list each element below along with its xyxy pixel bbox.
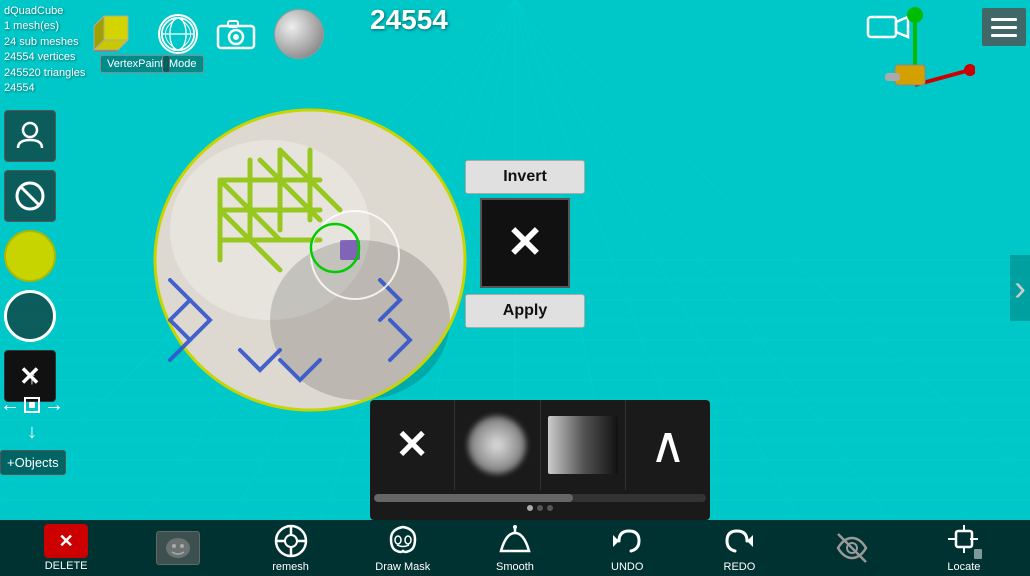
remesh-svg-icon bbox=[273, 523, 309, 559]
mesh-thumbnail[interactable] bbox=[90, 8, 142, 60]
redo-label: REDO bbox=[724, 561, 756, 573]
circle-outline-button[interactable] bbox=[4, 290, 56, 342]
sphere-preview bbox=[274, 9, 324, 59]
cloud-brush-option[interactable] bbox=[455, 400, 540, 490]
toolbar-redo[interactable]: REDO bbox=[709, 523, 769, 573]
move-right-button[interactable]: → bbox=[44, 394, 64, 417]
draw-mask-icon bbox=[385, 523, 421, 559]
mesh-count: 1 mesh(es) bbox=[4, 19, 85, 34]
remesh-icon bbox=[273, 523, 309, 559]
undo-svg-icon bbox=[609, 523, 645, 559]
locate-label: Locate bbox=[947, 561, 980, 573]
model-area[interactable] bbox=[140, 100, 480, 420]
locate-svg-icon bbox=[946, 523, 982, 559]
undo-icon bbox=[609, 523, 645, 559]
brush-dot-3 bbox=[547, 505, 553, 511]
invert-button[interactable]: Invert bbox=[465, 160, 585, 194]
toolbar-draw-mask[interactable]: Draw Mask bbox=[373, 523, 433, 573]
toolbar-delete[interactable]: ✕ DELETE bbox=[36, 524, 96, 572]
hamburger-line-3 bbox=[991, 34, 1017, 37]
brush-scrollbar[interactable] bbox=[374, 494, 706, 502]
mask-svg-icon bbox=[385, 523, 421, 559]
brush-dot-1 bbox=[527, 505, 533, 511]
invert-x-icon: ✕ bbox=[507, 221, 544, 265]
move-center[interactable] bbox=[24, 397, 40, 413]
object-thumbnail bbox=[156, 531, 200, 565]
chevron-brush-icon: ∧ bbox=[650, 420, 687, 470]
top-icon-row bbox=[90, 8, 324, 60]
chevron-brush-option[interactable]: ∧ bbox=[626, 400, 710, 490]
mode-button[interactable]: Mode bbox=[162, 55, 204, 73]
brush-scroll-thumb bbox=[374, 494, 573, 502]
vertex-paint-button[interactable]: VertexPaint bbox=[100, 55, 170, 73]
redo-icon bbox=[721, 523, 757, 559]
brush-panel: ✕ ∧ bbox=[370, 400, 710, 520]
x-brush-option[interactable]: ✕ bbox=[370, 400, 455, 490]
toolbar-object-thumb[interactable] bbox=[148, 531, 208, 565]
toolbar-undo[interactable]: UNDO bbox=[597, 523, 657, 573]
apply-button[interactable]: Apply bbox=[465, 294, 585, 328]
undo-label: UNDO bbox=[611, 561, 643, 573]
move-arrows: ↑ ← → ↓ bbox=[6, 370, 58, 440]
delete-label: DELETE bbox=[45, 560, 88, 572]
eye-svg-icon bbox=[834, 530, 870, 566]
draw-mask-label: Draw Mask bbox=[375, 561, 430, 573]
camera-icon bbox=[214, 16, 258, 52]
object-thumb-icon bbox=[163, 535, 193, 561]
left-sidebar: ✕ bbox=[4, 110, 56, 402]
mesh-id: 24554 bbox=[4, 81, 85, 96]
vertex-count-display: 24554 bbox=[370, 4, 448, 36]
triangles: 245520 triangles bbox=[4, 66, 85, 81]
x-brush-icon: ✕ bbox=[395, 422, 429, 468]
right-nav-arrow[interactable]: › bbox=[1010, 255, 1030, 321]
cube-icon bbox=[90, 8, 142, 60]
toolbar-smooth[interactable]: Smooth bbox=[485, 523, 545, 573]
smooth-label: Smooth bbox=[496, 561, 534, 573]
move-up-button[interactable]: ↑ bbox=[27, 367, 37, 390]
add-objects-button[interactable]: +Objects bbox=[0, 450, 66, 475]
cloud-brush-icon bbox=[468, 416, 526, 474]
center-dot bbox=[29, 402, 35, 408]
hamburger-menu[interactable] bbox=[982, 8, 1026, 46]
no-symbol-icon bbox=[14, 180, 46, 212]
yellow-dot-button[interactable] bbox=[4, 230, 56, 282]
globe-icon bbox=[160, 14, 196, 54]
brush-dot-2 bbox=[537, 505, 543, 511]
toolbar-locate[interactable]: Locate bbox=[934, 523, 994, 573]
hamburger-line-2 bbox=[991, 26, 1017, 29]
brush-options: ✕ ∧ bbox=[370, 400, 710, 490]
invert-panel: Invert ✕ Apply bbox=[460, 160, 590, 328]
app-info-panel: dQuadCube 1 mesh(es) 24 sub meshes 24554… bbox=[4, 4, 85, 96]
toolbar-hide[interactable] bbox=[822, 530, 882, 566]
hamburger-line-1 bbox=[991, 18, 1017, 21]
app-name: dQuadCube bbox=[4, 4, 85, 19]
hide-icon bbox=[834, 530, 870, 566]
delete-icon: ✕ bbox=[44, 524, 88, 558]
invert-preview: ✕ bbox=[480, 198, 570, 288]
gradient-brush-option[interactable] bbox=[541, 400, 626, 490]
axis-indicator bbox=[835, 5, 975, 105]
smooth-icon bbox=[497, 523, 533, 559]
screenshot-button[interactable] bbox=[214, 16, 258, 52]
locate-icon bbox=[946, 523, 982, 559]
toolbar-remesh[interactable]: remesh bbox=[261, 523, 321, 573]
avatar-icon bbox=[14, 120, 46, 152]
vertices: 24554 vertices bbox=[4, 50, 85, 65]
gradient-brush-icon bbox=[548, 416, 618, 474]
brush-page-dots bbox=[370, 505, 710, 511]
remesh-label: remesh bbox=[272, 561, 309, 573]
bottom-toolbar: ✕ DELETE remesh bbox=[0, 520, 1030, 576]
redo-svg-icon bbox=[721, 523, 757, 559]
head-model-svg bbox=[140, 100, 480, 420]
move-down-button[interactable]: ↓ bbox=[27, 421, 37, 444]
no-symbol-button[interactable] bbox=[4, 170, 56, 222]
avatar-button[interactable] bbox=[4, 110, 56, 162]
globe-button[interactable] bbox=[158, 14, 198, 54]
move-left-button[interactable]: ← bbox=[0, 394, 20, 417]
sub-meshes: 24 sub meshes bbox=[4, 35, 85, 50]
smooth-svg-icon bbox=[497, 523, 533, 559]
axis-svg bbox=[835, 5, 975, 105]
